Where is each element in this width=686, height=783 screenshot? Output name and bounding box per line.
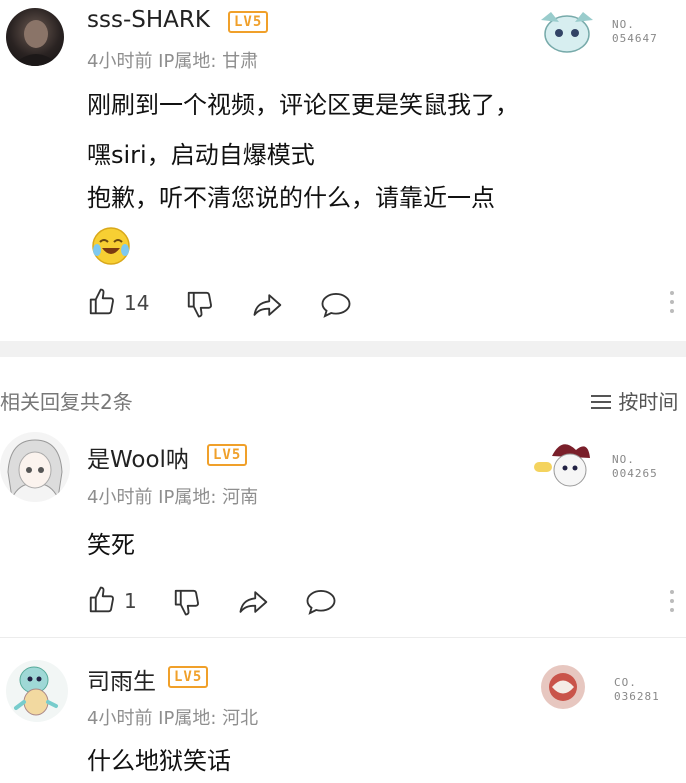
- thumbs-up-icon: [89, 586, 114, 613]
- level-badge: LV5: [168, 666, 209, 688]
- comment-line: 刚刷到一个视频，评论区更是笑鼠我了，: [87, 91, 519, 119]
- laughing-cry-emoji-icon: [89, 224, 133, 268]
- comment-bubble-icon: [306, 589, 336, 615]
- thumbs-down-icon: [187, 291, 212, 318]
- comment-meta: 4小时前 IP属地: 河北: [87, 708, 259, 729]
- avatar[interactable]: [6, 8, 64, 66]
- decoration-avatar-icon: [538, 662, 588, 712]
- comment-meta: 4小时前 IP属地: 甘肃: [87, 51, 259, 72]
- sort-label: 按时间: [618, 390, 679, 414]
- like-button[interactable]: [87, 585, 117, 615]
- like-button[interactable]: [87, 287, 117, 317]
- comment-bubble-icon: [321, 292, 351, 318]
- like-count: 1: [124, 589, 137, 613]
- reply-button[interactable]: [320, 290, 352, 320]
- thumbs-up-icon: [89, 288, 114, 315]
- squirtle-avatar-icon: [14, 666, 58, 716]
- fan-badge-number: CO. 036281: [614, 676, 660, 703]
- reply-text: 笑死: [87, 531, 135, 559]
- level-badge: LV5: [228, 11, 269, 33]
- reply-divider: [0, 637, 686, 638]
- dislike-button[interactable]: [185, 289, 215, 319]
- fan-badge-number: NO. 004265: [612, 453, 658, 480]
- anime-girl-avatar-icon: [7, 439, 63, 500]
- level-badge: LV5: [207, 444, 248, 466]
- share-button[interactable]: [238, 587, 270, 617]
- like-count: 14: [124, 291, 150, 315]
- comment-line: 嘿siri，启动自爆模式: [87, 141, 315, 169]
- share-arrow-icon: [239, 591, 268, 613]
- decoration-avatar-icon: [527, 6, 605, 54]
- avatar[interactable]: [0, 432, 70, 502]
- reply-text: 什么地狱笑话: [87, 747, 231, 775]
- username[interactable]: sss-SHARK: [87, 7, 210, 33]
- user-photo-icon: [12, 20, 60, 66]
- more-options-icon[interactable]: [670, 590, 674, 617]
- sort-lines-icon: [590, 392, 612, 416]
- comment-line: 抱歉，听不清您说的什么，请靠近一点: [87, 184, 495, 212]
- comment-meta: 4小时前 IP属地: 河南: [87, 487, 259, 508]
- share-button[interactable]: [252, 290, 284, 320]
- username[interactable]: 司雨生: [87, 662, 156, 696]
- more-options-icon[interactable]: [670, 291, 674, 318]
- thumbs-down-icon: [174, 589, 199, 616]
- avatar[interactable]: [6, 660, 68, 722]
- sort-by-time-button[interactable]: 按时间: [590, 386, 678, 416]
- reply-button[interactable]: [305, 587, 337, 617]
- dislike-button[interactable]: [172, 587, 202, 617]
- replies-count-title: 相关回复共2条: [0, 390, 133, 414]
- decoration-avatar-icon: [532, 436, 604, 492]
- fan-badge-number: NO. 054647: [612, 18, 658, 45]
- share-arrow-icon: [253, 294, 282, 316]
- username[interactable]: 是Wool呐: [87, 440, 189, 474]
- section-divider: [0, 341, 686, 357]
